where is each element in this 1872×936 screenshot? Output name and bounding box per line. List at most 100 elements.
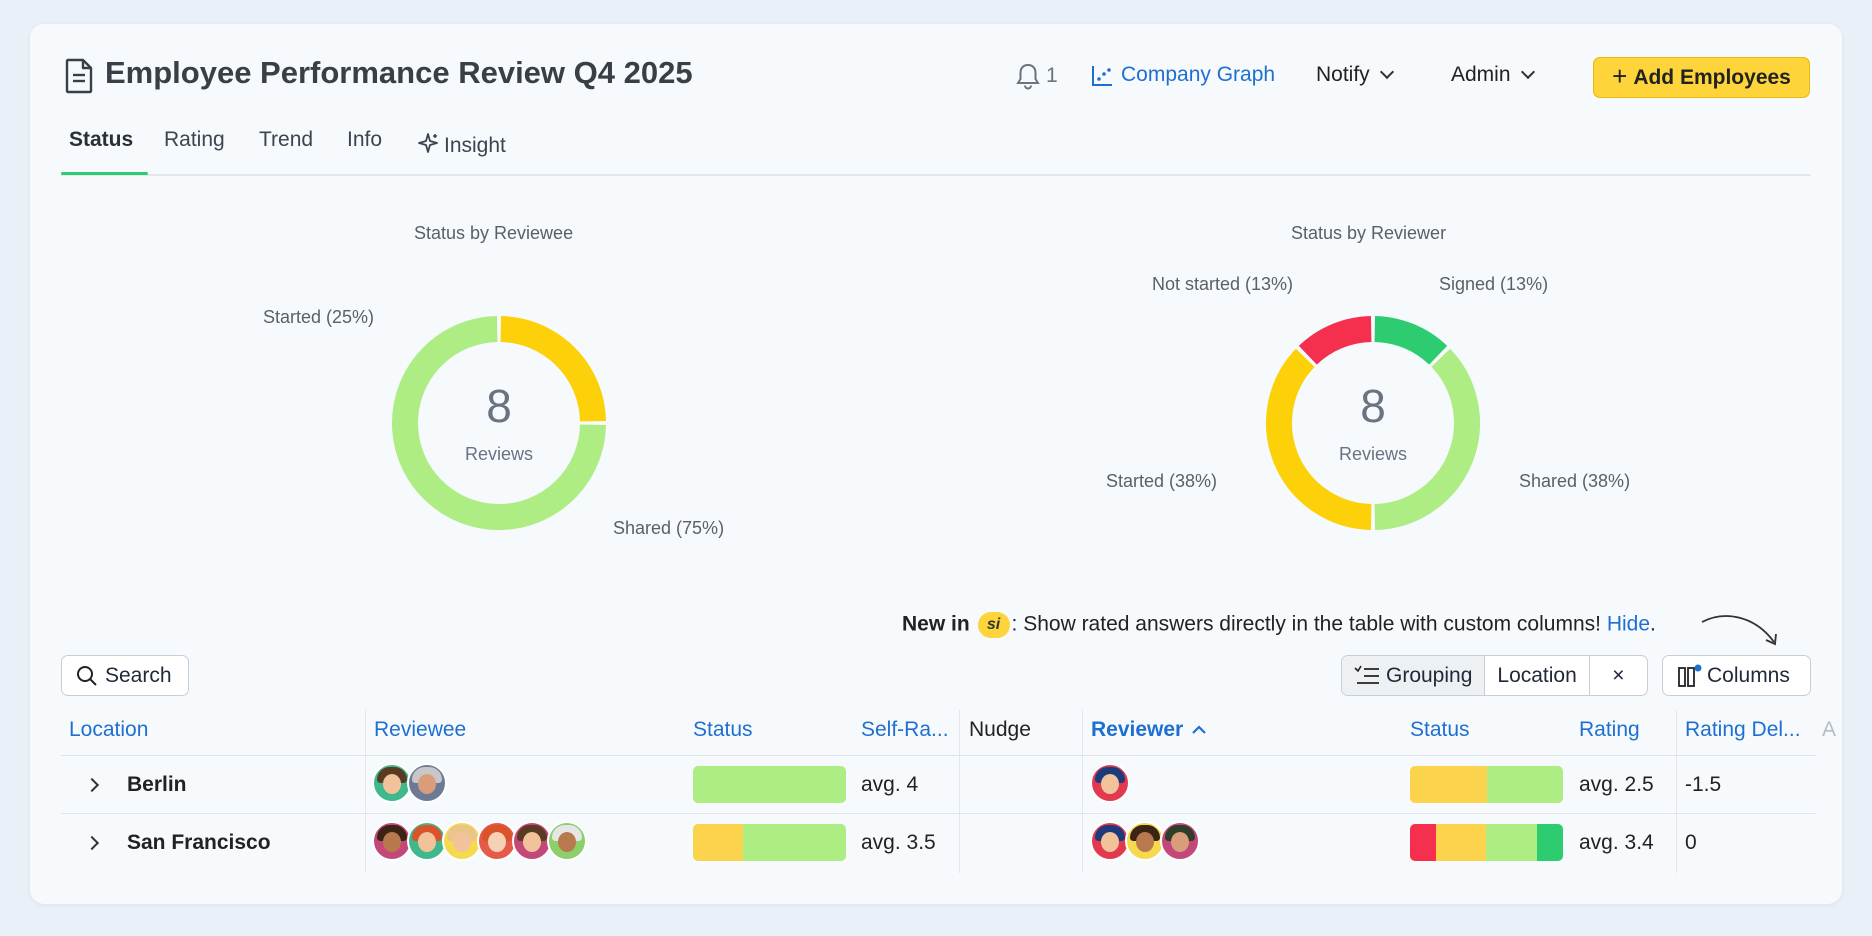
column-header-self-rating[interactable]: Self-Ra... bbox=[861, 718, 949, 742]
reviewee-avatars bbox=[372, 763, 447, 803]
avatar[interactable] bbox=[442, 821, 482, 861]
grouping-button[interactable]: Grouping bbox=[1342, 656, 1486, 695]
search-button[interactable]: Search bbox=[61, 655, 189, 696]
column-header-reviewee[interactable]: Reviewee bbox=[374, 718, 466, 742]
grouping-control: Grouping Location × bbox=[1341, 655, 1648, 696]
status-bar-segment bbox=[1410, 824, 1436, 861]
avatar[interactable] bbox=[1125, 821, 1165, 861]
search-label: Search bbox=[105, 663, 172, 687]
column-header-rating[interactable]: Rating bbox=[1579, 718, 1640, 742]
status-bar-segment bbox=[693, 824, 744, 861]
add-employees-button[interactable]: + Add Employees bbox=[1593, 57, 1810, 98]
avatar[interactable] bbox=[477, 821, 517, 861]
status-bar-segment bbox=[1486, 824, 1537, 861]
avatar[interactable] bbox=[1090, 821, 1130, 861]
row-rating-delta: 0 bbox=[1685, 831, 1697, 854]
admin-label: Admin bbox=[1451, 63, 1511, 86]
sparkle-icon bbox=[418, 133, 438, 153]
donut-slice[interactable] bbox=[500, 316, 606, 422]
admin-dropdown[interactable]: Admin bbox=[1451, 63, 1535, 87]
columns-button[interactable]: Columns bbox=[1662, 655, 1811, 696]
avatar[interactable] bbox=[407, 821, 447, 861]
column-header-location[interactable]: Location bbox=[69, 718, 148, 742]
grouping-value[interactable]: Location bbox=[1485, 656, 1590, 695]
column-divider bbox=[959, 710, 960, 873]
avatar[interactable] bbox=[407, 763, 447, 803]
status-bar-segment bbox=[1410, 766, 1487, 803]
donut-slice[interactable] bbox=[1266, 348, 1372, 530]
tab-info[interactable]: Info bbox=[347, 128, 382, 152]
status-bar-segment bbox=[693, 766, 846, 803]
row-location: San Francisco bbox=[127, 831, 271, 854]
slice-label-not-started: Not started (13%) bbox=[1152, 274, 1294, 294]
chevron-down-icon bbox=[1379, 64, 1394, 80]
bell-icon[interactable] bbox=[1015, 62, 1041, 90]
status-bar-segment bbox=[1486, 766, 1563, 803]
clear-grouping-button[interactable]: × bbox=[1590, 656, 1647, 695]
reviewee-status-bar bbox=[693, 824, 846, 861]
avatar[interactable] bbox=[372, 821, 412, 861]
company-graph-link[interactable]: Company Graph bbox=[1121, 63, 1275, 87]
column-header-rating-delta[interactable]: Rating Del... bbox=[1685, 718, 1801, 742]
chevron-down-icon bbox=[1520, 64, 1535, 80]
donut-slice[interactable] bbox=[1374, 348, 1480, 530]
slice-label-started: Started (38%) bbox=[1106, 471, 1218, 491]
column-header-reviewer-label: Reviewer bbox=[1091, 718, 1184, 741]
donut-slice[interactable] bbox=[1298, 316, 1372, 365]
tab-insight-label: Insight bbox=[444, 134, 506, 157]
avatar[interactable] bbox=[1160, 821, 1200, 861]
avatar[interactable] bbox=[512, 821, 552, 861]
column-header-nudge[interactable]: Nudge bbox=[969, 718, 1031, 742]
column-divider bbox=[1082, 710, 1083, 873]
slice-label-shared: Shared (38%) bbox=[1519, 471, 1631, 491]
avatar[interactable] bbox=[547, 821, 587, 861]
column-header-reviewer-status[interactable]: Status bbox=[1410, 718, 1470, 742]
columns-label: Columns bbox=[1707, 663, 1790, 687]
column-header-next[interactable]: A bbox=[1822, 718, 1836, 742]
donut-center-value: 8 bbox=[486, 380, 512, 432]
column-divider bbox=[1676, 710, 1677, 873]
slice-label-signed: Signed (13%) bbox=[1439, 274, 1549, 294]
row-location: Berlin bbox=[127, 773, 187, 796]
expand-row-icon[interactable] bbox=[84, 835, 100, 851]
page-title: Employee Performance Review Q4 2025 bbox=[105, 55, 693, 90]
avatar[interactable] bbox=[372, 763, 412, 803]
tab-trend[interactable]: Trend bbox=[259, 128, 313, 152]
document-icon bbox=[65, 58, 93, 94]
column-header-status[interactable]: Status bbox=[693, 718, 753, 742]
grouping-icon bbox=[1354, 665, 1379, 684]
add-employees-label: Add Employees bbox=[1633, 65, 1791, 89]
tab-bar: Status Rating Trend Info Insight bbox=[61, 124, 1811, 176]
column-divider bbox=[365, 710, 366, 873]
reviewee-status-donut: 8 Reviews bbox=[392, 316, 606, 530]
donut-center-label: Reviews bbox=[465, 444, 533, 464]
chart-title-reviewee: Status by Reviewee bbox=[414, 223, 574, 243]
donut-center-value: 8 bbox=[1360, 380, 1386, 432]
slice-label-started: Started (25%) bbox=[263, 307, 375, 327]
reviewer-avatars bbox=[1090, 763, 1130, 803]
slice-label-shared: Shared (75%) bbox=[613, 518, 725, 538]
search-icon bbox=[77, 665, 97, 686]
active-tab-indicator bbox=[61, 172, 148, 175]
status-bar-segment bbox=[1536, 824, 1563, 861]
tab-insight[interactable]: Insight bbox=[416, 128, 506, 158]
donut-slice[interactable] bbox=[1374, 316, 1448, 365]
hide-link[interactable]: Hide bbox=[1607, 613, 1650, 636]
avatar[interactable] bbox=[1090, 763, 1130, 803]
row-self-rating: avg. 4 bbox=[861, 773, 919, 796]
tab-rating[interactable]: Rating bbox=[164, 128, 225, 152]
notify-dropdown[interactable]: Notify bbox=[1316, 63, 1394, 87]
graph-icon bbox=[1092, 66, 1112, 86]
tab-status[interactable]: Status bbox=[69, 128, 133, 152]
promo-message: : Show rated answers directly in the tab… bbox=[1011, 612, 1601, 636]
reviewee-status-bar bbox=[693, 766, 846, 803]
si-badge: si bbox=[977, 612, 1010, 638]
plus-icon: + bbox=[1612, 61, 1628, 91]
reviewer-avatars bbox=[1090, 821, 1200, 861]
status-bar-segment bbox=[1436, 824, 1487, 861]
column-header-reviewer[interactable]: Reviewer bbox=[1091, 718, 1207, 742]
notification-count: 1 bbox=[1046, 64, 1058, 87]
expand-row-icon[interactable] bbox=[84, 777, 100, 793]
curved-arrow-icon bbox=[1701, 615, 1777, 646]
notify-label: Notify bbox=[1316, 63, 1370, 86]
